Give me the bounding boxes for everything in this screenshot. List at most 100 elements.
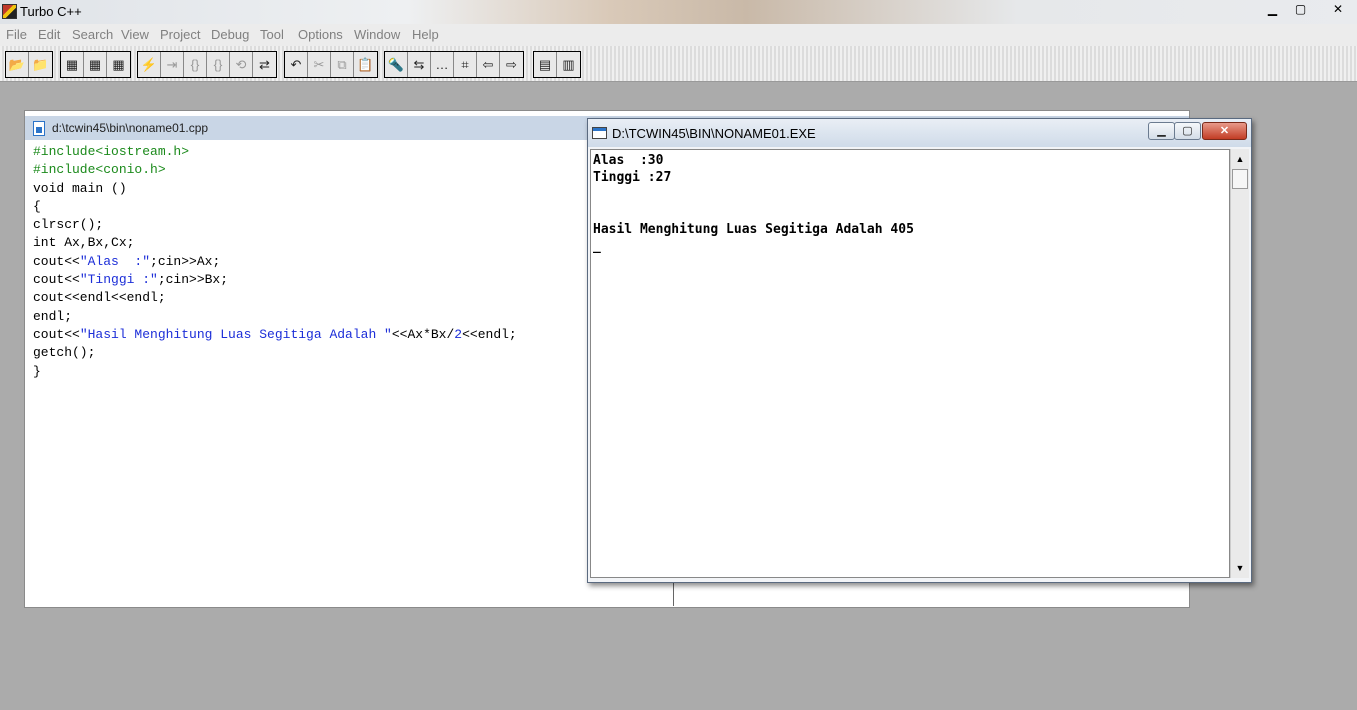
console-line: Tinggi :27 (593, 170, 672, 186)
compile-icon[interactable]: ▦ (61, 52, 84, 77)
editor-divider (673, 581, 674, 606)
scroll-thumb[interactable] (1232, 169, 1248, 189)
console-scrollbar[interactable]: ▲ ▼ (1230, 149, 1249, 578)
code-token: } (33, 363, 41, 379)
search-again-icon[interactable]: … (431, 52, 454, 77)
console-line: Alas :30 (593, 153, 664, 168)
console-window[interactable]: D:\TCWIN45\BIN\NONAME01.EXE ▁ ▢ ✕ Alas :… (587, 118, 1252, 583)
code-token: getch(); (33, 345, 96, 361)
cut-icon[interactable]: ✂ (308, 52, 331, 77)
menu-bar: File Edit Search View Project Debug Tool Option… (0, 24, 1357, 46)
make-icon[interactable]: ▦ (84, 52, 107, 77)
console-window-icon (592, 127, 607, 139)
turbo-cpp-app-icon (2, 4, 17, 19)
console-output[interactable]: Alas :30 Tinggi :27 Hasil Menghitung Luas … (590, 149, 1230, 578)
code-token: ;cin>>Ax; (150, 253, 221, 269)
menu-project[interactable]: Project (160, 27, 200, 42)
console-cursor: _ (593, 239, 601, 255)
toolbar-group-2: ▦ ▦ ▦ (60, 51, 131, 78)
app-title: Turbo C++ (20, 4, 82, 19)
code-token: "Alas :" (79, 253, 151, 269)
code-line: { (33, 198, 517, 216)
paste-icon[interactable]: 📋 (354, 52, 377, 77)
code-token: int Ax,Bx,Cx; (33, 235, 135, 251)
console-maximize-button[interactable]: ▢ (1174, 122, 1201, 140)
code-area[interactable]: #include<iostream.h> #include<conio.h> voi… (33, 143, 517, 381)
toolbar-group-3: ⚡ ⇥{}{} ⟲ ⇄ (137, 51, 277, 78)
code-line: } (33, 363, 517, 381)
code-token: "Hasil Menghitung Luas Segitiga Adalah " (79, 326, 392, 342)
code-line: cout<<endl<<endl; (33, 289, 517, 307)
step-over-icon[interactable]: ⇥ (161, 52, 184, 77)
editor-file-path: d:\tcwin45\bin\noname01.cpp (52, 121, 209, 135)
browse-icon[interactable]: ⌗ (454, 52, 477, 77)
toolbar-group-1: 📂 📁 (5, 51, 53, 78)
go-to-cursor-icon[interactable]: {} (207, 52, 230, 77)
toolbar-group-5: 🔦 ⇆… ⌗ ⇦ ⇨ (384, 51, 524, 78)
code-token: cout<< (33, 272, 80, 288)
toolbar-group-6: ▤ ▥ (533, 51, 581, 78)
code-token: void main () (33, 180, 127, 196)
code-token: <<endl; (462, 326, 517, 342)
menu-window[interactable]: Window (354, 27, 400, 42)
maximize-button[interactable]: ▢ (1288, 1, 1313, 19)
code-token: { (33, 198, 41, 214)
minimize-button[interactable]: ▁ (1260, 1, 1285, 19)
code-token: cout<< (33, 326, 80, 342)
scroll-up-icon[interactable]: ▲ (1232, 151, 1248, 167)
code-token: #include<iostream.h> (33, 144, 190, 159)
menu-debug[interactable]: Debug (211, 27, 249, 42)
console-close-button[interactable]: ✕ (1202, 122, 1247, 140)
code-token: clrscr(); (33, 217, 104, 233)
toolbar-group-4: ↶ ✂ ⧉ 📋 (284, 51, 378, 78)
menu-help[interactable]: Help (412, 27, 439, 42)
prev-message-icon[interactable]: ⇦ (477, 52, 500, 77)
find-icon[interactable]: 🔦 (385, 52, 408, 77)
code-line: clrscr(); (33, 216, 517, 234)
trace-into-icon[interactable]: {} (184, 52, 207, 77)
code-line: int Ax,Bx,Cx; (33, 234, 517, 252)
toggle-breakpoint-icon[interactable]: ⇄ (253, 52, 276, 77)
code-token: #include<conio.h> (33, 162, 166, 178)
close-project-icon[interactable]: 📁 (29, 52, 52, 77)
title-bar: Turbo C++ ▁ ▢ ✕ (0, 0, 1357, 24)
menu-search[interactable]: Search (72, 27, 113, 42)
menu-edit[interactable]: Edit (38, 27, 60, 42)
run-icon[interactable]: ⚡ (138, 52, 161, 77)
code-token: <<Ax*Bx/ (391, 326, 455, 342)
code-line: endl; (33, 308, 517, 326)
code-token: ;cin>>Bx; (157, 272, 229, 288)
tile-window-icon[interactable]: ▤ (534, 52, 557, 77)
close-button[interactable]: ✕ (1322, 1, 1354, 19)
menu-options[interactable]: Options (298, 27, 343, 42)
console-line: Hasil Menghitung Luas Segitiga Adalah 40… (593, 222, 914, 238)
copy-icon[interactable]: ⧉ (331, 52, 354, 77)
undo-icon[interactable]: ↶ (285, 52, 308, 77)
menu-tool[interactable]: Tool (260, 27, 284, 42)
code-token: endl; (33, 308, 73, 324)
open-project-icon[interactable]: 📂 (6, 52, 29, 77)
menu-view[interactable]: View (121, 27, 149, 42)
console-minimize-button[interactable]: ▁ (1148, 122, 1175, 140)
console-title: D:\TCWIN45\BIN\NONAME01.EXE (612, 126, 816, 141)
code-line: cout<<"Hasil Menghitung Luas Segitiga Ad… (33, 326, 517, 344)
code-token: "Tinggi :" (79, 272, 158, 288)
code-token: cout<<endl<<endl; (33, 290, 166, 306)
build-icon[interactable]: ▦ (107, 52, 130, 77)
console-title-bar[interactable]: D:\TCWIN45\BIN\NONAME01.EXE ▁ ▢ ✕ (588, 119, 1251, 147)
replace-icon[interactable]: ⇆ (408, 52, 431, 77)
code-line: getch(); (33, 344, 517, 362)
code-line: #include<conio.h> (33, 161, 517, 179)
code-line: cout<<"Tinggi :";cin>>Bx; (33, 271, 517, 289)
menu-file[interactable]: File (6, 27, 27, 42)
toolbar: 📂 📁 ▦ ▦ ▦ ⚡ ⇥{}{} ⟲ ⇄ ↶ ✂ ⧉ 📋 🔦 ⇆… ⌗ ⇦ ⇨ ▤ ▥ (0, 46, 1357, 82)
code-line: cout<<"Alas :";cin>>Ax; (33, 253, 517, 271)
reset-icon[interactable]: ⟲ (230, 52, 253, 77)
cascade-window-icon[interactable]: ▥ (557, 52, 580, 77)
next-message-icon[interactable]: ⇨ (500, 52, 523, 77)
console-text: Alas :30 Tinggi :27 Hasil Menghitung Luas … (593, 152, 914, 256)
code-line: #include<iostream.h> (33, 143, 517, 161)
code-token: 2 (454, 326, 463, 342)
scroll-down-icon[interactable]: ▼ (1232, 560, 1248, 576)
